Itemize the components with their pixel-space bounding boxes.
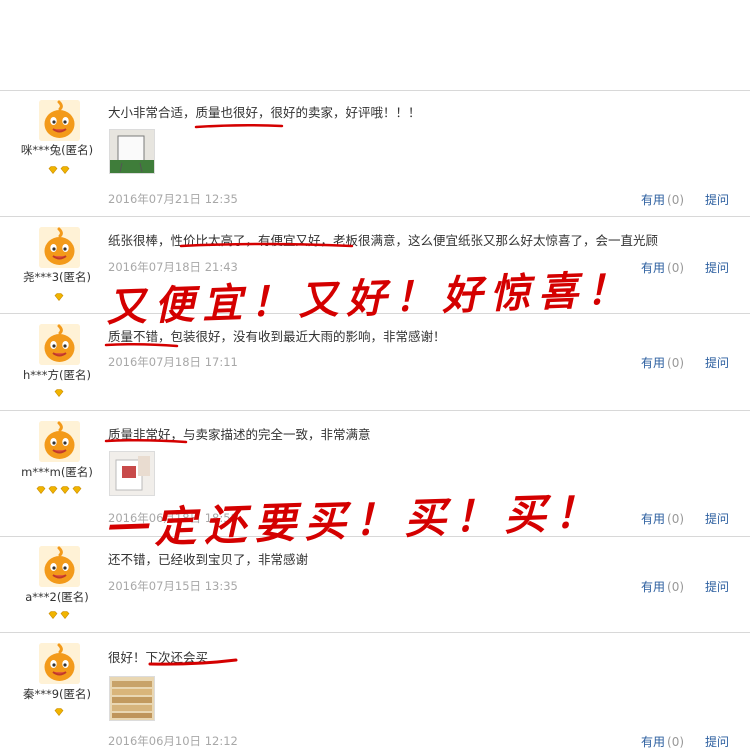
avatar[interactable] xyxy=(39,100,80,141)
diamond-badge-icon xyxy=(54,293,64,301)
diamond-badge-icon xyxy=(36,486,46,494)
review-date: 2016年06月10日 12:12 xyxy=(108,734,238,748)
ask-link[interactable]: 提问 xyxy=(705,510,729,527)
diamond-badge-icon xyxy=(48,166,58,174)
reviewer-nickname: 秦***9(匿名) xyxy=(22,687,92,701)
diamond-badge-icon xyxy=(54,389,64,397)
review-item: 秦***9(匿名) 很好！下次还会买 2016年06月10日 12:12 有用(… xyxy=(0,632,750,750)
mascot-avatar-icon xyxy=(39,227,80,268)
credit-badges xyxy=(0,486,118,494)
review-photo-thumbnail[interactable] xyxy=(109,129,155,174)
review-photo-thumbnail[interactable] xyxy=(109,676,155,721)
review-text: 大小非常合适，质量也很好，很好的卖家，好评哦！！！ xyxy=(108,105,421,120)
useful-link[interactable]: 有用 (0) xyxy=(641,510,684,527)
avatar[interactable] xyxy=(39,324,80,365)
reviewer-nickname: a***2(匿名) xyxy=(25,590,89,604)
ask-link[interactable]: 提问 xyxy=(705,259,729,276)
diamond-badge-icon xyxy=(60,611,70,619)
credit-badges xyxy=(0,389,118,397)
reviewer-nickname: 尧***3(匿名) xyxy=(22,270,92,284)
mascot-avatar-icon xyxy=(39,643,80,684)
diamond-badge-icon xyxy=(60,486,70,494)
diamond-badge-icon xyxy=(60,166,70,174)
review-date: 2016年07月15日 13:35 xyxy=(108,579,238,593)
avatar[interactable] xyxy=(39,643,80,684)
useful-link[interactable]: 有用 (0) xyxy=(641,733,684,750)
diamond-badge-icon xyxy=(54,708,64,716)
diamond-badge-icon xyxy=(48,611,58,619)
review-text: 纸张很棒，性价比太高了，有便宜又好，老板很满意，这么便宜纸张又那么好太惊喜了，会… xyxy=(108,233,659,248)
useful-link[interactable]: 有用 (0) xyxy=(641,259,684,276)
review-date: 2016年07月18日 17:11 xyxy=(108,355,238,369)
useful-link[interactable]: 有用 (0) xyxy=(641,354,684,371)
reviewer-nickname: 咪***兔(匿名) xyxy=(20,143,94,157)
mascot-avatar-icon xyxy=(39,421,80,462)
useful-count: (0) xyxy=(667,580,685,594)
credit-badges xyxy=(0,166,118,174)
ask-link[interactable]: 提问 xyxy=(705,733,729,750)
avatar[interactable] xyxy=(39,227,80,268)
useful-link[interactable]: 有用 (0) xyxy=(641,191,684,208)
useful-count: (0) xyxy=(667,735,685,749)
ask-link[interactable]: 提问 xyxy=(705,191,729,208)
useful-link[interactable]: 有用 (0) xyxy=(641,578,684,595)
diamond-badge-icon xyxy=(72,486,82,494)
review-photo-thumbnail[interactable] xyxy=(109,451,155,496)
paper-rolls-photo-icon xyxy=(110,677,154,720)
review-item: 咪***兔(匿名) 大小非常合适，质量也很好，很好的卖家，好评哦！！！ 2016… xyxy=(0,90,750,216)
ask-link[interactable]: 提问 xyxy=(705,354,729,371)
credit-badges xyxy=(0,611,118,619)
useful-count: (0) xyxy=(667,261,685,275)
useful-count: (0) xyxy=(667,356,685,370)
reviewer-nickname: m***m(匿名) xyxy=(21,465,93,479)
package-photo-icon xyxy=(110,452,154,495)
avatar[interactable] xyxy=(39,546,80,587)
whiteboard-photo-icon xyxy=(110,130,154,173)
reviewer-nickname: h***方(匿名) xyxy=(22,368,92,382)
credit-badges xyxy=(0,293,118,301)
review-text: 质量非常好，与卖家描述的完全一致，非常满意 xyxy=(108,427,371,442)
useful-count: (0) xyxy=(667,512,685,526)
useful-count: (0) xyxy=(667,193,685,207)
ask-link[interactable]: 提问 xyxy=(705,578,729,595)
mascot-avatar-icon xyxy=(39,546,80,587)
review-date: 2016年07月21日 12:35 xyxy=(108,192,238,206)
avatar[interactable] xyxy=(39,421,80,462)
diamond-badge-icon xyxy=(48,486,58,494)
credit-badges xyxy=(0,708,118,716)
mascot-avatar-icon xyxy=(39,100,80,141)
review-text: 很好！下次还会买 xyxy=(108,650,209,665)
mascot-avatar-icon xyxy=(39,324,80,365)
